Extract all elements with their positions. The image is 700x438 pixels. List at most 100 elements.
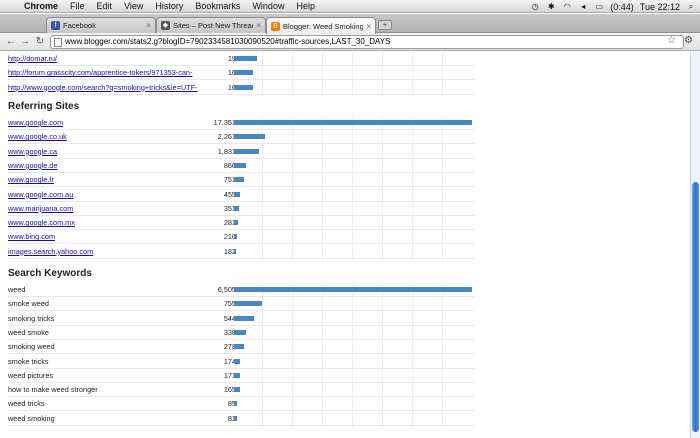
wifi-icon[interactable]: ◠ xyxy=(562,2,572,11)
menu-history[interactable]: History xyxy=(149,1,189,11)
row-bar xyxy=(234,134,265,140)
table-row: www.google.com.au 455 xyxy=(8,188,474,202)
table-row: how to make weed stronger 165 xyxy=(8,383,474,398)
table-row: smoke tricks 174 xyxy=(8,355,474,369)
row-bar xyxy=(234,177,245,183)
back-icon[interactable]: ← xyxy=(4,35,18,49)
forward-icon[interactable]: → xyxy=(18,35,32,49)
table-row: www.google.com.mx 281 xyxy=(8,216,474,231)
tab-strip: f Facebook × ◆ Sites – Post New Thread ×… xyxy=(0,14,700,34)
row-link[interactable]: www.bing.com xyxy=(8,232,55,241)
table-row: http://domar.ru/19 xyxy=(8,52,474,66)
table-row: smoking weed 278 xyxy=(8,340,474,355)
menu-view[interactable]: View xyxy=(118,1,149,11)
tab-facebook[interactable]: f Facebook × xyxy=(46,17,156,33)
row-link[interactable]: www.marijuana.com xyxy=(8,204,73,213)
row-bar xyxy=(234,56,257,61)
row-link[interactable]: http://domar.ru/ xyxy=(8,54,57,63)
row-bar xyxy=(234,84,254,90)
row-link[interactable]: http://forum.grasscity.com/apprentice-to… xyxy=(8,68,192,77)
table-row: weed smoking 81 xyxy=(8,412,474,426)
menu-app-name[interactable]: Chrome xyxy=(22,1,64,11)
site-icon: ◆ xyxy=(161,21,170,30)
table-row: www.google.com 17,351 xyxy=(8,116,474,130)
table-row: smoking tricks 544 xyxy=(8,312,474,326)
row-bar xyxy=(234,372,241,378)
close-icon[interactable]: × xyxy=(366,22,371,31)
spotlight-icon[interactable]: ⌕ xyxy=(686,2,696,11)
table-row: weed tricks 85 xyxy=(8,397,474,412)
menu-help[interactable]: Help xyxy=(290,1,321,11)
row-label: how to make weed stronger xyxy=(8,385,98,395)
tab-title: Blogger: Weed Smoking Tric xyxy=(283,21,364,31)
row-label: weed smoking xyxy=(8,413,55,423)
row-label: weed smoke xyxy=(8,327,49,337)
new-tab-button[interactable]: + xyxy=(378,20,392,30)
reload-icon[interactable]: ↻ xyxy=(33,35,47,49)
tab-post-thread[interactable]: ◆ Sites – Post New Thread × xyxy=(156,17,266,33)
table-row: www.google.ca 1,831 xyxy=(8,145,474,159)
section-title-referring-sites: Referring Sites xyxy=(8,101,80,112)
row-label: smoking tricks xyxy=(8,313,55,323)
page-content: http://domar.ru/19 http://forum.grasscity… xyxy=(0,52,690,438)
row-bar xyxy=(234,220,238,226)
tab-title: Sites – Post New Thread xyxy=(173,21,254,30)
table-row: www.google.fr 751 xyxy=(8,173,474,188)
row-link[interactable]: www.google.de xyxy=(8,161,58,170)
bookmark-star-icon[interactable]: ☆ xyxy=(667,35,676,46)
table-row: images.search.yahoo.com 182 xyxy=(8,245,474,259)
row-link[interactable]: images.search.yahoo.com xyxy=(8,247,93,256)
row-label: smoking weed xyxy=(8,342,55,352)
row-link[interactable]: www.google.ca xyxy=(8,147,57,156)
row-link[interactable]: http://www.google.com/search?q=smoking+t… xyxy=(8,83,198,92)
tab-blogger[interactable]: B Blogger: Weed Smoking Tric × xyxy=(266,17,376,34)
row-bar xyxy=(234,344,245,350)
table-row: www.google.co.uk 2,261 xyxy=(8,130,474,145)
scrollbar[interactable] xyxy=(690,52,700,438)
row-bar xyxy=(234,234,237,240)
table-row: www.marijuana.com 351 xyxy=(8,202,474,216)
timemachine-icon[interactable]: ◷ xyxy=(530,2,540,11)
row-bar xyxy=(234,315,254,321)
bluetooth-icon[interactable]: ✱ xyxy=(546,2,556,11)
row-bar xyxy=(234,70,254,76)
address-bar[interactable]: www.blogger.com/stats2.g?blogID=79023345… xyxy=(50,35,684,49)
menu-window[interactable]: Window xyxy=(246,1,290,11)
row-link[interactable]: www.google.com xyxy=(8,118,63,127)
close-icon[interactable]: × xyxy=(256,21,261,30)
row-bar xyxy=(234,387,241,393)
battery-icon[interactable]: ▭ xyxy=(594,2,604,11)
scrollbar-thumb[interactable] xyxy=(692,182,699,432)
table-row: weed pictures 171 xyxy=(8,369,474,383)
table-row: http://forum.grasscity.com/apprentice-to… xyxy=(8,66,474,81)
wrench-icon[interactable]: ⚙ xyxy=(684,35,693,46)
row-bar xyxy=(234,358,241,364)
row-link[interactable]: www.google.com.au xyxy=(8,190,73,199)
row-bar xyxy=(234,191,241,197)
row-bar xyxy=(234,301,262,307)
table-row: www.google.de 866 xyxy=(8,159,474,173)
tab-title: Facebook xyxy=(63,21,96,30)
row-bar xyxy=(234,287,472,292)
row-label: smoke weed xyxy=(8,299,49,309)
menu-bookmarks[interactable]: Bookmarks xyxy=(189,1,246,11)
row-label: weed tricks xyxy=(8,399,45,409)
menu-edit[interactable]: Edit xyxy=(91,1,119,11)
row-link[interactable]: www.google.co.uk xyxy=(8,132,67,141)
mac-menu-bar: Chrome File Edit View History Bookmarks … xyxy=(0,0,700,13)
battery-time: (0:44) xyxy=(610,1,634,12)
volume-icon[interactable]: ◂ xyxy=(578,2,588,11)
facebook-icon: f xyxy=(51,21,60,30)
clock[interactable]: Tue 22:12 xyxy=(640,2,680,12)
table-row: weed smoke 338 xyxy=(8,326,474,340)
menu-file[interactable]: File xyxy=(64,1,91,11)
row-link[interactable]: www.google.com.mx xyxy=(8,218,75,227)
row-link[interactable]: www.google.fr xyxy=(8,175,54,184)
row-bar xyxy=(234,401,238,407)
row-bar xyxy=(234,148,260,154)
close-icon[interactable]: × xyxy=(146,21,151,30)
address-url: www.blogger.com/stats2.g?blogID=79023345… xyxy=(65,37,391,46)
menu-extras: ◷ ✱ ◠ ◂ ▭ (0:44) Tue 22:12 ⌕ xyxy=(530,0,696,13)
row-bar xyxy=(234,248,237,254)
row-label: smoke tricks xyxy=(8,356,49,366)
